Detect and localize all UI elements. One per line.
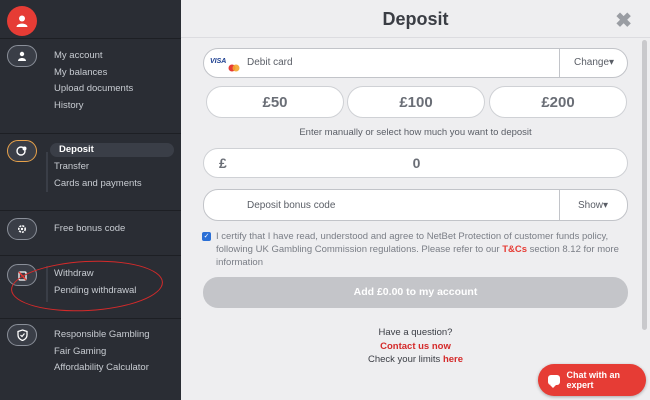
- sidebar-item-upload-documents[interactable]: Upload documents: [54, 83, 133, 94]
- sidebar-item-fair-gaming[interactable]: Fair Gaming: [54, 346, 106, 357]
- sidebar-item-history[interactable]: History: [54, 100, 84, 111]
- payment-method-label: Debit card: [247, 57, 293, 68]
- chat-icon: [548, 375, 560, 388]
- terms-checkbox[interactable]: ✓: [202, 232, 211, 241]
- limits-here-link[interactable]: here: [443, 354, 463, 365]
- sidebar-item-responsible-gambling[interactable]: Responsible Gambling: [54, 329, 150, 340]
- deposit-modal: Deposit ✖ VISA Debit card Change▾ £50 £1…: [181, 0, 650, 400]
- change-button[interactable]: Change▾: [574, 57, 614, 68]
- sidebar-group-payments: Deposit Transfer Cards and payments: [0, 133, 181, 208]
- wallet-icon[interactable]: [7, 140, 37, 162]
- modal-header: Deposit ✖: [181, 0, 650, 38]
- help-contact: Contact us now: [181, 341, 650, 352]
- contact-us-link[interactable]: Contact us now: [380, 341, 451, 352]
- field-divider: [559, 190, 560, 220]
- show-button[interactable]: Show▾: [578, 200, 608, 211]
- sidebar-item-free-bonus-code[interactable]: Free bonus code: [54, 223, 125, 234]
- sidebar-item-deposit[interactable]: Deposit: [50, 143, 174, 157]
- chat-label: Chat with an expert: [566, 370, 621, 390]
- field-divider: [559, 49, 560, 77]
- mastercard-icon: [228, 59, 240, 72]
- gift-icon[interactable]: [7, 218, 37, 240]
- page-title: Deposit: [382, 9, 449, 29]
- sidebar-group-bonus: Free bonus code: [0, 210, 181, 248]
- sidebar-item-transfer[interactable]: Transfer: [54, 161, 89, 172]
- add-to-account-button[interactable]: Add £0.00 to my account: [203, 277, 628, 308]
- tcs-link[interactable]: T&Cs: [502, 244, 527, 255]
- sidebar-item-affordability-calculator[interactable]: Affordability Calculator: [54, 362, 149, 373]
- profile-icon[interactable]: [7, 6, 37, 36]
- amount-hint: Enter manually or select how much you wa…: [299, 127, 532, 138]
- sidebar-item-my-account[interactable]: My account: [54, 50, 103, 61]
- terms-text: I certify that I have read, understood a…: [216, 230, 626, 269]
- shield-icon[interactable]: [7, 324, 37, 346]
- help-question: Have a question?: [378, 327, 453, 338]
- bonus-code-input[interactable]: Deposit bonus code: [247, 200, 335, 211]
- amount-button-50[interactable]: £50: [206, 86, 344, 118]
- close-icon[interactable]: ✖: [615, 8, 632, 33]
- payment-method-field[interactable]: VISA Debit card Change▾: [203, 48, 628, 78]
- amount-button-100[interactable]: £100: [347, 86, 485, 118]
- sidebar-bracket: [46, 152, 48, 192]
- amount-button-200[interactable]: £200: [489, 86, 627, 118]
- chat-with-expert-button[interactable]: Chat with an expert: [538, 364, 646, 396]
- sidebar-group-account: My account My balances Upload documents …: [0, 38, 181, 128]
- user-icon[interactable]: [7, 45, 37, 67]
- amount-value[interactable]: 0: [204, 155, 629, 171]
- visa-icon: VISA: [210, 58, 227, 65]
- account-sidebar: My account My balances Upload documents …: [0, 0, 181, 400]
- amount-input[interactable]: £ 0: [203, 148, 628, 178]
- sidebar-item-cards-and-payments[interactable]: Cards and payments: [54, 178, 142, 189]
- bonus-code-field[interactable]: Deposit bonus code Show▾: [203, 189, 628, 221]
- sidebar-item-my-balances[interactable]: My balances: [54, 67, 107, 78]
- scrollbar[interactable]: [642, 40, 647, 330]
- limits-text: Check your limits: [367, 354, 443, 365]
- sidebar-group-responsible: Responsible Gambling Fair Gaming Afforda…: [0, 318, 181, 400]
